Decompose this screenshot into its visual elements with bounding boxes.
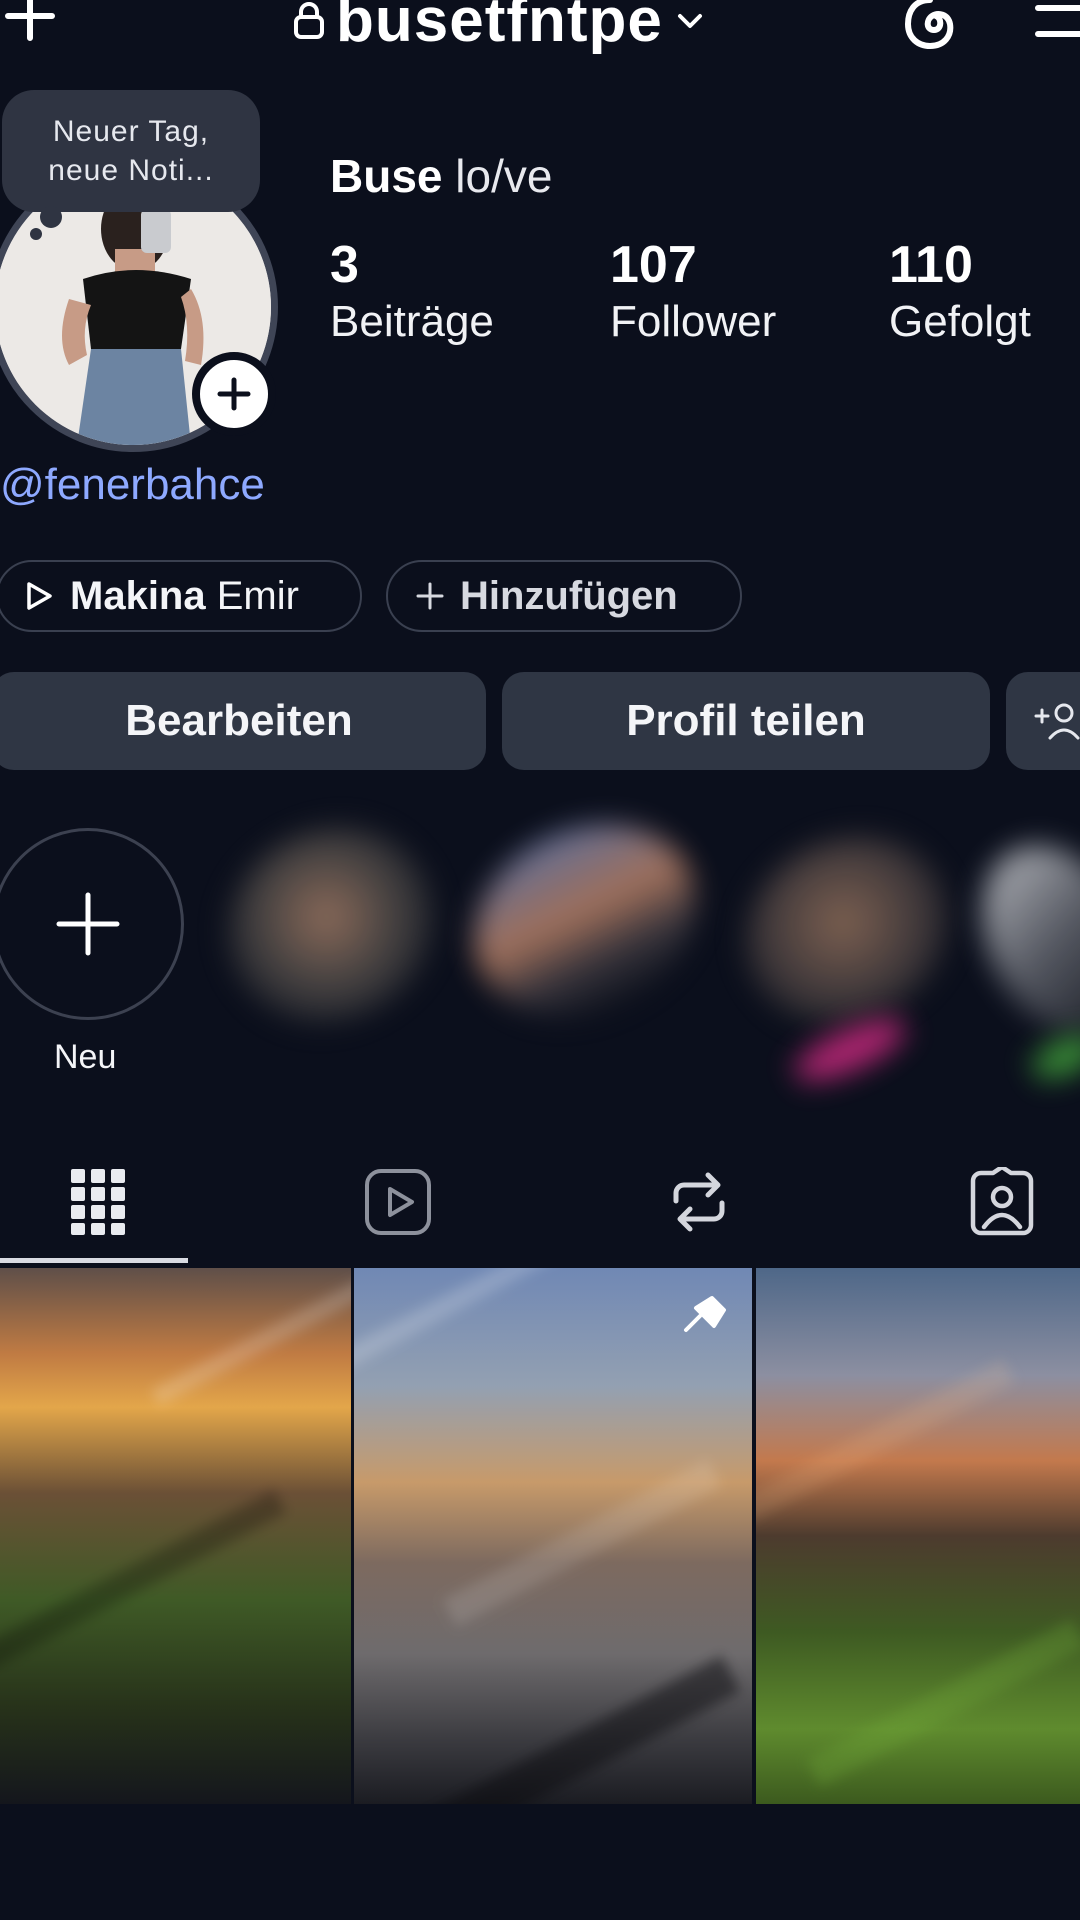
tagged-icon [970, 1167, 1034, 1236]
reels-icon [365, 1169, 431, 1235]
chevron-down-icon [677, 14, 702, 28]
lock-icon [294, 2, 324, 39]
share-profile-button[interactable]: Profil teilen [502, 672, 990, 770]
music-title: Makina [70, 573, 206, 618]
stat-followers-count: 107 [610, 236, 697, 294]
active-tab-indicator [0, 1258, 188, 1263]
discover-people-button[interactable] [1006, 672, 1080, 770]
post-thumbnail-1[interactable] [0, 1268, 352, 1804]
tab-tagged[interactable] [962, 1162, 1042, 1242]
username-switcher[interactable]: busetfntpe [292, 0, 707, 52]
stat-following[interactable]: 110 Gefolgt [889, 236, 1031, 350]
stat-following-count: 110 [889, 236, 973, 294]
note-line-2: neue Noti... [48, 154, 214, 187]
plus-icon [416, 582, 444, 610]
add-link-chip[interactable]: Hinzufügen [386, 560, 742, 632]
stat-posts[interactable]: 3 Beiträge [330, 236, 494, 350]
display-name: Buse lo/ve [330, 150, 552, 202]
highlight-4[interactable] [951, 818, 1080, 1062]
note-tail [30, 228, 42, 240]
note-bubble[interactable]: Neuer Tag, neue Noti... [2, 90, 260, 212]
add-link-label: Hinzufügen [460, 573, 678, 618]
reposts-icon [673, 1172, 725, 1232]
username: busetfntpe [336, 0, 663, 55]
new-highlight-button[interactable] [0, 828, 184, 1020]
tab-reposts[interactable] [659, 1162, 739, 1242]
stat-followers-label: Follower [610, 297, 777, 346]
edit-profile-button[interactable]: Bearbeiten [0, 672, 486, 770]
plus-icon [56, 892, 120, 956]
play-icon [27, 582, 52, 610]
grid-divider [351, 1268, 354, 1804]
note-line-1: Neuer Tag, [52, 115, 210, 148]
display-name-bold: Buse [330, 150, 443, 202]
note-tail [40, 206, 62, 228]
post-thumbnail-2[interactable] [352, 1268, 752, 1804]
grid-icon [71, 1169, 125, 1235]
music-artist: Emir [216, 573, 299, 618]
bio-mention-link[interactable]: @fenerbahce [0, 460, 265, 510]
new-highlight-label: Neu [54, 1038, 117, 1076]
tab-reels[interactable] [358, 1162, 438, 1242]
add-story-button[interactable] [192, 352, 276, 436]
display-name-rest: lo/ve [455, 150, 553, 202]
plus-icon [217, 377, 251, 411]
stat-followers[interactable]: 107 Follower [610, 236, 776, 350]
plus-icon[interactable] [0, 0, 60, 46]
highlight-3[interactable] [712, 801, 982, 1059]
threads-icon[interactable] [898, 0, 962, 52]
highlight-2[interactable] [442, 788, 728, 1052]
stat-posts-label: Beiträge [330, 297, 494, 346]
stat-following-label: Gefolgt [889, 297, 1031, 346]
grid-divider [752, 1268, 756, 1804]
music-chip[interactable]: Makina Emir [0, 560, 362, 632]
stat-posts-count: 3 [330, 236, 359, 294]
add-person-icon [1034, 703, 1080, 740]
tab-posts-grid[interactable] [58, 1162, 138, 1242]
menu-icon[interactable] [1034, 0, 1080, 48]
top-bar: busetfntpe [0, 0, 1080, 62]
post-thumbnail-3[interactable] [756, 1268, 1080, 1804]
highlight-4-accent [1026, 1027, 1080, 1087]
pin-icon [684, 1296, 726, 1332]
highlight-1[interactable] [193, 791, 469, 1059]
